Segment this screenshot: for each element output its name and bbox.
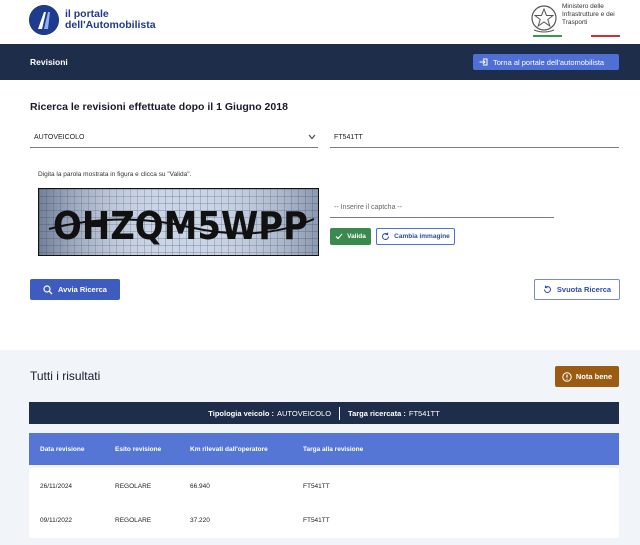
validate-button[interactable]: Valida xyxy=(330,228,371,245)
login-arrow-icon xyxy=(479,58,488,66)
cell-date: 26/11/2024 xyxy=(40,482,73,490)
change-image-button[interactable]: Cambia immagine xyxy=(376,228,455,245)
search-heading: Ricerca le revisioni effettuate dopo il … xyxy=(30,101,288,113)
note-label: Nota bene xyxy=(575,372,613,381)
search-summary-bar: Tipologia veicolo : AUTOVEICOLO Targa ri… xyxy=(29,402,619,424)
italian-flag-stripe xyxy=(533,35,620,37)
vehicle-type-value: AUTOVEICOLO xyxy=(34,134,85,141)
summary-divider xyxy=(339,406,341,420)
results-heading: Tutti i risultati xyxy=(30,369,101,383)
portal-logo-text: il portale dell'Automobilista xyxy=(65,9,156,31)
summary-vehicle-value: AUTOVEICOLO xyxy=(277,408,332,418)
reset-icon xyxy=(543,285,551,293)
note-button[interactable]: Nota bene xyxy=(555,366,619,387)
results-section: Tutti i risultati Nota bene Tipologia ve… xyxy=(0,350,640,545)
ministry-line-3: Trasporti xyxy=(562,19,588,26)
cell-plate: FT541TT xyxy=(303,516,330,524)
road-logo-icon xyxy=(29,5,59,35)
vehicle-type-select[interactable]: AUTOVEICOLO xyxy=(30,130,318,148)
cell-outcome: REGOLARE xyxy=(115,516,152,524)
logo-line-2: dell'Automobilista xyxy=(65,19,156,31)
republic-emblem-icon xyxy=(531,5,557,33)
ministry-name: Ministero delle Infrastrutture e dei Tra… xyxy=(562,3,624,27)
results-table-header: Data revisione Esito revisione Km rileva… xyxy=(29,433,619,465)
ministry-line-2: Infrastrutture e dei xyxy=(562,11,615,18)
summary-plate-value: FT541TT xyxy=(408,408,440,418)
summary-vehicle-label: Tipologia veicolo : xyxy=(208,408,274,418)
clear-search-button[interactable]: Svuota Ricerca xyxy=(534,279,620,300)
plate-input-value: FT541TT xyxy=(334,134,363,141)
portal-logo[interactable]: il portale dell'Automobilista xyxy=(29,5,156,35)
ministry-line-1: Ministero delle xyxy=(562,3,604,10)
search-icon xyxy=(43,284,53,294)
clear-search-label: Svuota Ricerca xyxy=(556,285,612,294)
chevron-down-icon xyxy=(308,134,316,140)
section-navbar: Revisioni Torna al portale dell'automobi… xyxy=(0,44,640,80)
change-image-label: Cambia immagine xyxy=(394,233,450,240)
captcha-instructions: Digita la parola mostrata in figura e cl… xyxy=(38,171,192,178)
section-title: Revisioni xyxy=(30,57,68,67)
cell-outcome: REGOLARE xyxy=(115,482,152,490)
plate-input[interactable]: FT541TT xyxy=(330,130,619,148)
column-header-outcome[interactable]: Esito revisione xyxy=(115,433,161,465)
start-search-button[interactable]: Avvia Ricerca xyxy=(30,279,120,300)
top-header: il portale dell'Automobilista Ministero … xyxy=(0,0,640,44)
captcha-placeholder: -- Inserire il captcha -- xyxy=(334,204,403,211)
refresh-icon xyxy=(382,232,390,240)
table-row: 09/11/2022 REGOLARE 37.220 FT541TT xyxy=(29,502,619,538)
column-header-km[interactable]: Km rilevati dall'operatore xyxy=(190,433,268,465)
captcha-input[interactable]: -- Inserire il captcha -- xyxy=(330,200,554,218)
cell-plate: FT541TT xyxy=(303,482,330,490)
checkmark-icon xyxy=(335,233,343,240)
info-alert-icon xyxy=(562,371,572,382)
ministry-logo[interactable]: Ministero delle Infrastrutture e dei Tra… xyxy=(530,3,624,35)
cell-km: 66.940 xyxy=(190,482,210,490)
back-to-portal-label: Torna al portale dell'automobilista xyxy=(493,57,605,67)
back-to-portal-button[interactable]: Torna al portale dell'automobilista xyxy=(473,54,619,70)
validate-label: Valida xyxy=(347,233,366,240)
column-header-plate[interactable]: Targa alla revisione xyxy=(303,433,363,465)
column-header-date[interactable]: Data revisione xyxy=(40,433,84,465)
start-search-label: Avvia Ricerca xyxy=(58,285,107,294)
cell-km: 37.220 xyxy=(190,516,210,524)
table-row: 26/11/2024 REGOLARE 66.940 FT541TT xyxy=(29,468,619,504)
summary-plate-label: Targa ricercata : xyxy=(348,408,406,418)
captcha-image: OHZQM5WPP xyxy=(38,188,319,256)
cell-date: 09/11/2022 xyxy=(40,516,73,524)
